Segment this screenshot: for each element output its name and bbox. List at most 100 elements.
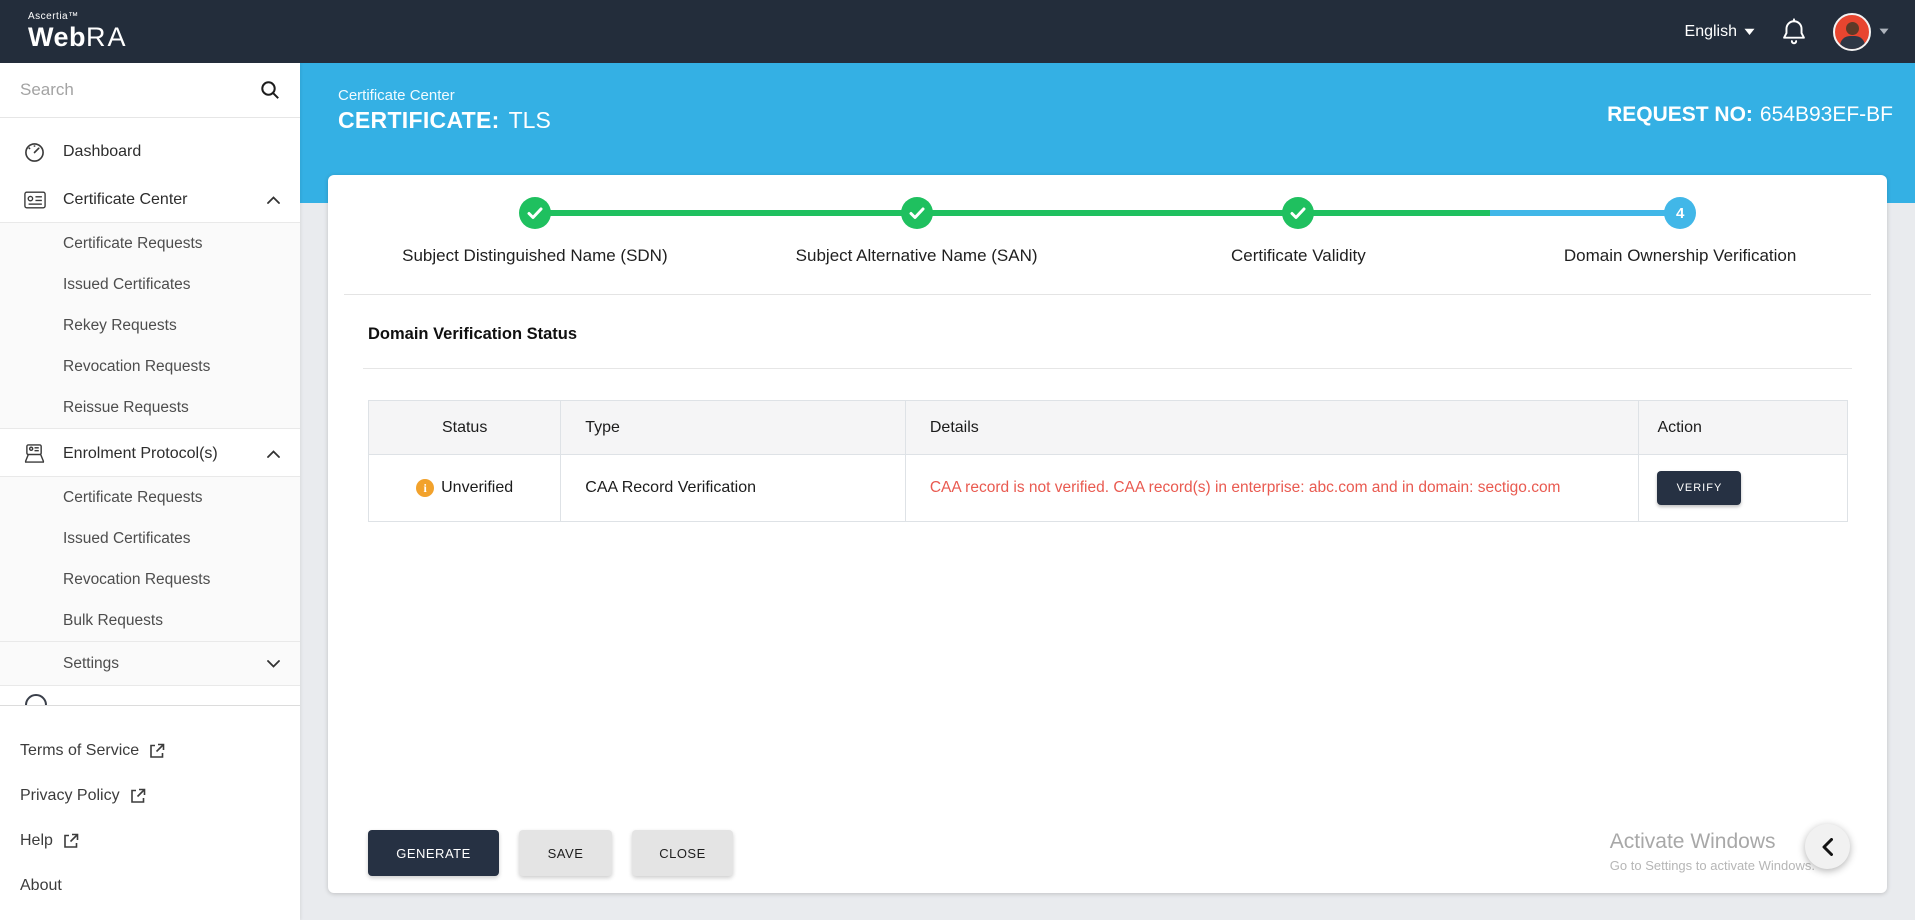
domain-verification-table: Status Type Details Action i Unverified xyxy=(367,400,1848,522)
brand-product: WebRA xyxy=(28,22,128,52)
external-link-icon xyxy=(64,833,79,848)
chevron-up-icon xyxy=(267,196,280,204)
sidebar-item-certificate-center[interactable]: Certificate Center xyxy=(0,180,300,220)
language-selector[interactable]: English xyxy=(1685,23,1755,41)
sub-item-label: Certificate Requests xyxy=(63,234,203,252)
notifications-bell-icon[interactable] xyxy=(1781,17,1807,46)
footer-link-label: Privacy Policy xyxy=(20,786,120,804)
activate-windows-watermark: Activate Windows Go to Settings to activ… xyxy=(1610,830,1815,873)
form-actions: GENERATE SAVE CLOSE xyxy=(368,830,733,876)
step-sdn[interactable]: Subject Distinguished Name (SDN) xyxy=(344,197,726,266)
sub-item-label: Issued Certificates xyxy=(63,529,191,547)
type-cell: CAA Record Verification xyxy=(560,454,906,522)
sidebar-item-ep-issued-certificates[interactable]: Issued Certificates xyxy=(0,518,300,559)
details-cell: CAA record is not verified. CAA record(s… xyxy=(904,454,1640,522)
step-validity[interactable]: Certificate Validity xyxy=(1108,197,1490,266)
chevron-left-icon xyxy=(1822,837,1833,856)
section-heading: Domain Verification Status xyxy=(368,325,578,343)
page-title: CERTIFICATE: TLS xyxy=(338,107,551,134)
certificate-icon xyxy=(24,191,46,209)
generate-button[interactable]: GENERATE xyxy=(368,830,499,876)
sidebar: Dashboard Certificate Center Certificate… xyxy=(0,63,300,920)
sidebar-item-label: Dashboard xyxy=(63,143,142,160)
step-complete-icon xyxy=(900,197,933,229)
check-icon xyxy=(527,207,543,219)
about-link[interactable]: About xyxy=(0,863,300,908)
content-card: Subject Distinguished Name (SDN) Subject… xyxy=(328,175,1887,893)
sub-item-label: Issued Certificates xyxy=(63,275,191,293)
step-complete-icon xyxy=(518,197,551,229)
terms-of-service-link[interactable]: Terms of Service xyxy=(0,728,300,773)
wizard-stepper: Subject Distinguished Name (SDN) Subject… xyxy=(344,175,1871,295)
footer-link-label: Help xyxy=(20,831,53,849)
external-link-icon xyxy=(150,743,165,758)
sidebar-item-cc-revocation-requests[interactable]: Revocation Requests xyxy=(0,346,300,387)
close-button[interactable]: CLOSE xyxy=(632,830,733,876)
watermark-title: Activate Windows xyxy=(1609,830,1776,853)
top-bar: Ascertia™ WebRA English xyxy=(0,0,1915,63)
verify-button[interactable]: VERIFY xyxy=(1657,471,1742,505)
column-header-status: Status xyxy=(367,400,562,455)
footer-link-label: Terms of Service xyxy=(20,741,140,759)
step-san[interactable]: Subject Alternative Name (SAN) xyxy=(726,197,1108,266)
chevron-down-icon xyxy=(1744,28,1755,35)
app-logo: Ascertia™ WebRA xyxy=(28,12,128,51)
sidebar-item-cc-issued-certificates[interactable]: Issued Certificates xyxy=(0,264,300,305)
sidebar-item-ep-revocation-requests[interactable]: Revocation Requests xyxy=(0,559,300,600)
breadcrumb: Certificate Center xyxy=(338,87,455,104)
status-badge: Unverified xyxy=(441,479,514,497)
privacy-policy-link[interactable]: Privacy Policy xyxy=(0,773,300,818)
sub-item-label: Bulk Requests xyxy=(63,611,163,629)
sidebar-item-cc-certificate-requests[interactable]: Certificate Requests xyxy=(0,223,300,264)
page-title-label: CERTIFICATE: xyxy=(338,107,500,133)
sidebar-item-settings[interactable]: Settings xyxy=(0,641,300,685)
certificate-center-submenu: Certificate Requests Issued Certificates… xyxy=(0,222,300,429)
dashboard-icon xyxy=(24,142,46,163)
language-label: English xyxy=(1684,22,1737,40)
step-label: Subject Alternative Name (SAN) xyxy=(795,246,1038,265)
sub-item-label: Revocation Requests xyxy=(63,357,211,375)
brand-ra: RA xyxy=(86,22,128,52)
sidebar-item-enrolment-protocols[interactable]: Enrolment Protocol(s) xyxy=(0,434,300,474)
column-header-action: Action xyxy=(1638,400,1848,455)
step-label: Certificate Validity xyxy=(1230,246,1366,265)
column-header-details: Details xyxy=(904,400,1640,455)
sidebar-item-dashboard[interactable]: Dashboard xyxy=(0,132,300,172)
sidebar-search xyxy=(0,63,300,118)
page-title-value: TLS xyxy=(508,107,551,133)
sub-item-label: Rekey Requests xyxy=(63,316,177,334)
enrolment-submenu: Certificate Requests Issued Certificates… xyxy=(0,476,300,686)
enrolment-protocol-icon xyxy=(24,444,46,464)
column-header-type: Type xyxy=(560,400,906,455)
watermark-subtitle: Go to Settings to activate Windows. xyxy=(1609,858,1815,873)
sidebar-item-cc-reissue-requests[interactable]: Reissue Requests xyxy=(0,387,300,428)
search-icon[interactable] xyxy=(260,80,280,100)
sidebar-item-ep-certificate-requests[interactable]: Certificate Requests xyxy=(0,477,300,518)
sidebar-nav: Dashboard Certificate Center Certificate… xyxy=(0,118,300,686)
table-header-row: Status Type Details Action xyxy=(367,400,1848,455)
sidebar-item-label: Enrolment Protocol(s) xyxy=(63,445,218,462)
sub-item-label: Certificate Requests xyxy=(63,488,203,506)
sidebar-item-ep-bulk-requests[interactable]: Bulk Requests xyxy=(0,600,300,641)
chevron-up-icon xyxy=(267,450,280,458)
sidebar-item-cc-rekey-requests[interactable]: Rekey Requests xyxy=(0,305,300,346)
brand-company: Ascertia™ xyxy=(28,11,79,22)
sub-item-label: Revocation Requests xyxy=(63,570,211,588)
user-menu[interactable] xyxy=(1833,12,1889,51)
search-input[interactable] xyxy=(20,80,260,100)
action-cell: VERIFY xyxy=(1638,454,1848,522)
section-divider xyxy=(363,368,1852,369)
save-button[interactable]: SAVE xyxy=(519,830,612,876)
user-avatar xyxy=(1833,12,1871,51)
help-link[interactable]: Help xyxy=(0,818,300,863)
collapse-panel-button[interactable] xyxy=(1805,824,1850,869)
footer-link-label: About xyxy=(20,876,62,894)
step-label: Domain Ownership Verification xyxy=(1563,246,1797,265)
info-warning-icon: i xyxy=(416,479,435,498)
request-number: REQUEST NO: 654B93EF-BF xyxy=(1607,103,1893,127)
brand-web: Web xyxy=(28,22,87,52)
chevron-down-icon xyxy=(1879,28,1889,35)
sub-item-label: Settings xyxy=(63,654,120,672)
main-content: Certificate Center CERTIFICATE: TLS REQUE… xyxy=(300,63,1915,920)
step-domain-verification[interactable]: 4 Domain Ownership Verification xyxy=(1489,197,1871,266)
